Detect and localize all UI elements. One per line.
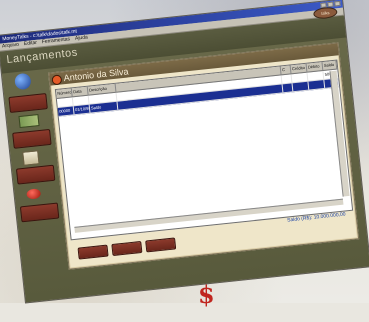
app-window: MoneyTalks - c:\talk\dados\talk.mt Arqui… — [0, 0, 369, 304]
cell — [292, 81, 310, 92]
sidebar-button-1[interactable] — [8, 93, 48, 113]
menu-ajuda[interactable]: Ajuda — [75, 34, 88, 42]
globe-icon — [14, 72, 32, 91]
cell: 01/10/98 — [73, 104, 91, 115]
token-icon — [26, 188, 42, 200]
money-icon — [18, 114, 40, 129]
account-icon — [51, 74, 63, 86]
sidebar-button-3[interactable] — [15, 164, 56, 185]
sidebar-button-4[interactable] — [19, 202, 60, 223]
documents-icon — [22, 150, 40, 166]
transactions-table: Número Data Descrição C Crédito Débito S… — [54, 59, 354, 241]
vertical-scrollbar[interactable] — [329, 70, 350, 197]
action-button-2[interactable] — [111, 240, 143, 257]
action-button-1[interactable] — [77, 244, 109, 260]
application-area: Lançamentos talks Antonio da Silva Númer… — [0, 6, 369, 303]
action-buttons — [77, 237, 177, 260]
cell: Saldo — [89, 101, 119, 113]
close-button[interactable] — [334, 0, 341, 7]
cell: 00000 — [57, 106, 75, 116]
monitor-screen: MoneyTalks - c:\talk\dados\talk.mt Arqui… — [0, 0, 369, 322]
menu-editar[interactable]: Editar — [24, 40, 38, 48]
account-panel: Antonio da Silva Número Data Descrição C… — [48, 42, 360, 270]
sidebar-button-2[interactable] — [12, 128, 52, 149]
account-name: Antonio da Silva — [63, 66, 129, 84]
page-title: Lançamentos — [5, 46, 79, 67]
cell — [308, 79, 326, 90]
action-button-3[interactable] — [145, 237, 177, 253]
col-saldo[interactable]: Saldo — [322, 60, 338, 70]
